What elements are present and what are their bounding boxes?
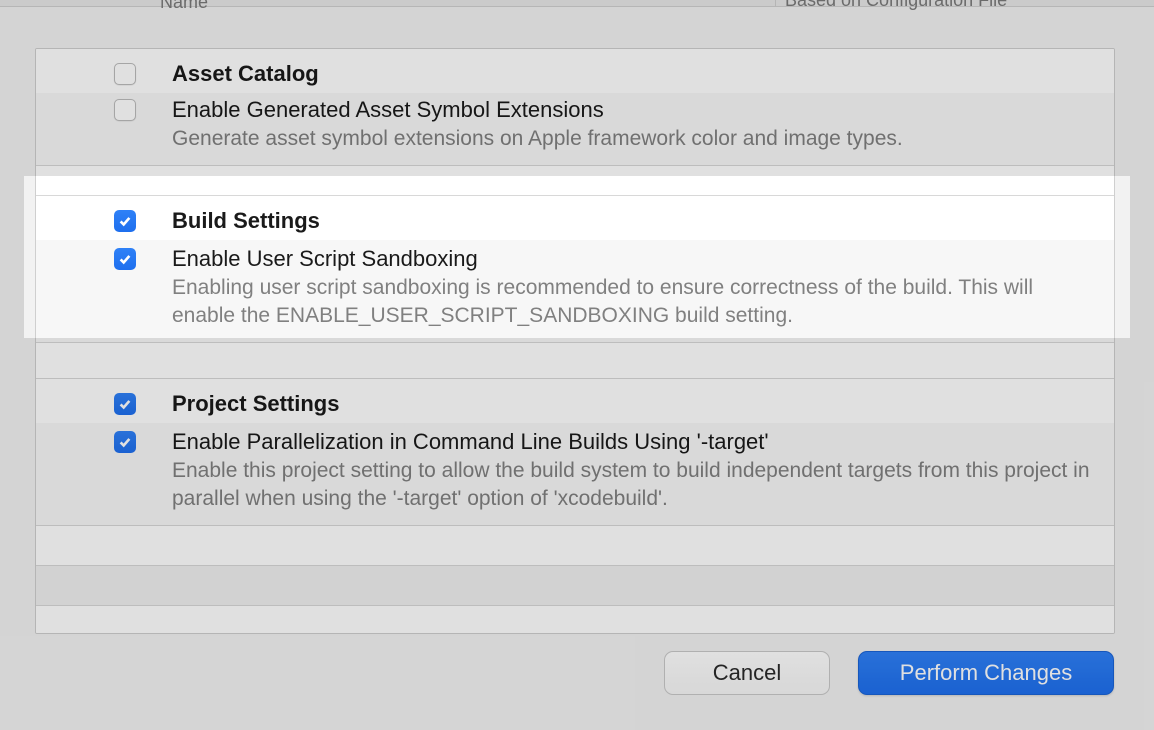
dim-overlay: [0, 176, 24, 338]
item-description: Generate asset symbol extensions on Appl…: [172, 125, 1098, 153]
cancel-button[interactable]: Cancel: [664, 651, 830, 695]
item-row-generated-asset-symbol: Enable Generated Asset Symbol Extensions…: [36, 93, 1114, 165]
checkmark-icon: [118, 435, 132, 449]
section-header-row: Asset Catalog: [36, 49, 1114, 93]
item-title: Enable Parallelization in Command Line B…: [172, 427, 1098, 457]
dim-overlay: [1130, 176, 1154, 338]
checkbox-asset-catalog[interactable]: [114, 63, 136, 85]
checkmark-icon: [118, 214, 132, 228]
checkbox-parallelization[interactable]: [114, 431, 136, 453]
section-gap: [36, 165, 1114, 195]
section-title: Asset Catalog: [172, 59, 1098, 89]
checkmark-icon: [118, 397, 132, 411]
background-table-header: Name Based on Configuration File: [0, 0, 1154, 7]
checkmark-icon: [118, 252, 132, 266]
perform-changes-button[interactable]: Perform Changes: [858, 651, 1114, 695]
section-build-settings: Build Settings Enable User Script Sandbo…: [36, 195, 1114, 342]
section-header-row: Project Settings: [36, 379, 1114, 423]
item-title: Enable User Script Sandboxing: [172, 244, 1098, 274]
item-row-user-script-sandboxing: Enable User Script Sandboxing Enabling u…: [36, 240, 1114, 342]
bg-header-name-label: Name: [160, 0, 208, 13]
recommendations-panel: Asset Catalog Enable Generated Asset Sym…: [35, 48, 1115, 634]
item-title: Enable Generated Asset Symbol Extensions: [172, 95, 1098, 125]
bg-header-config-label: Based on Configuration File: [785, 0, 1007, 11]
column-divider: [775, 0, 776, 7]
section-asset-catalog: Asset Catalog Enable Generated Asset Sym…: [36, 49, 1114, 165]
checkbox-user-script-sandboxing[interactable]: [114, 248, 136, 270]
checkbox-build-settings[interactable]: [114, 210, 136, 232]
section-header-row: Build Settings: [36, 196, 1114, 240]
checkbox-project-settings[interactable]: [114, 393, 136, 415]
item-description: Enable this project setting to allow the…: [172, 457, 1098, 513]
empty-row-alt: [36, 565, 1114, 605]
dialog-buttons: Cancel Perform Changes: [664, 651, 1114, 695]
empty-row: [36, 525, 1114, 565]
item-row-parallelization: Enable Parallelization in Command Line B…: [36, 423, 1114, 525]
section-gap: [36, 342, 1114, 378]
item-description: Enabling user script sandboxing is recom…: [172, 274, 1098, 330]
checkbox-generated-asset-symbol[interactable]: [114, 99, 136, 121]
empty-row: [36, 605, 1114, 633]
section-title: Project Settings: [172, 389, 1098, 419]
section-project-settings: Project Settings Enable Parallelization …: [36, 378, 1114, 525]
section-title: Build Settings: [172, 206, 1098, 236]
